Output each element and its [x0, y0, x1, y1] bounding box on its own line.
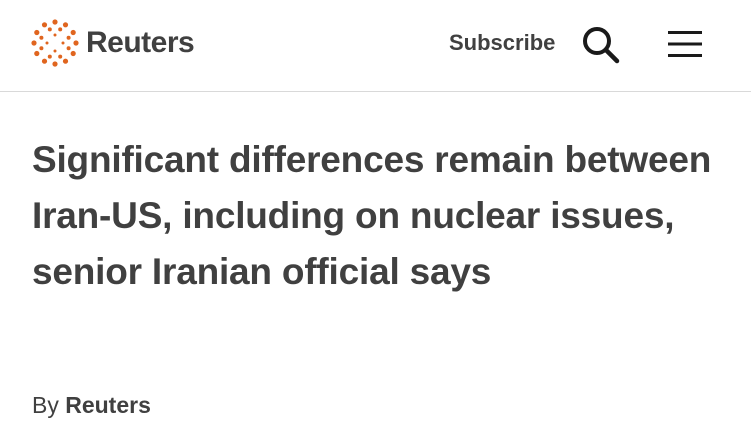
brand-name: Reuters: [86, 26, 195, 59]
reuters-logo-link[interactable]: Reuters: [30, 18, 195, 68]
search-button[interactable]: [580, 24, 622, 66]
menu-button[interactable]: [666, 28, 704, 60]
hamburger-menu-icon: [668, 31, 702, 57]
byline-prefix: By: [32, 392, 59, 418]
site-header: Reuters Subscribe: [0, 0, 751, 92]
byline-author-link[interactable]: Reuters: [65, 392, 151, 418]
article-byline: By Reuters: [32, 392, 151, 419]
subscribe-button[interactable]: Subscribe: [449, 30, 555, 56]
reuters-logo-icon: [31, 19, 79, 67]
article-headline: Significant differences remain between I…: [32, 139, 712, 292]
search-icon: [583, 27, 620, 64]
